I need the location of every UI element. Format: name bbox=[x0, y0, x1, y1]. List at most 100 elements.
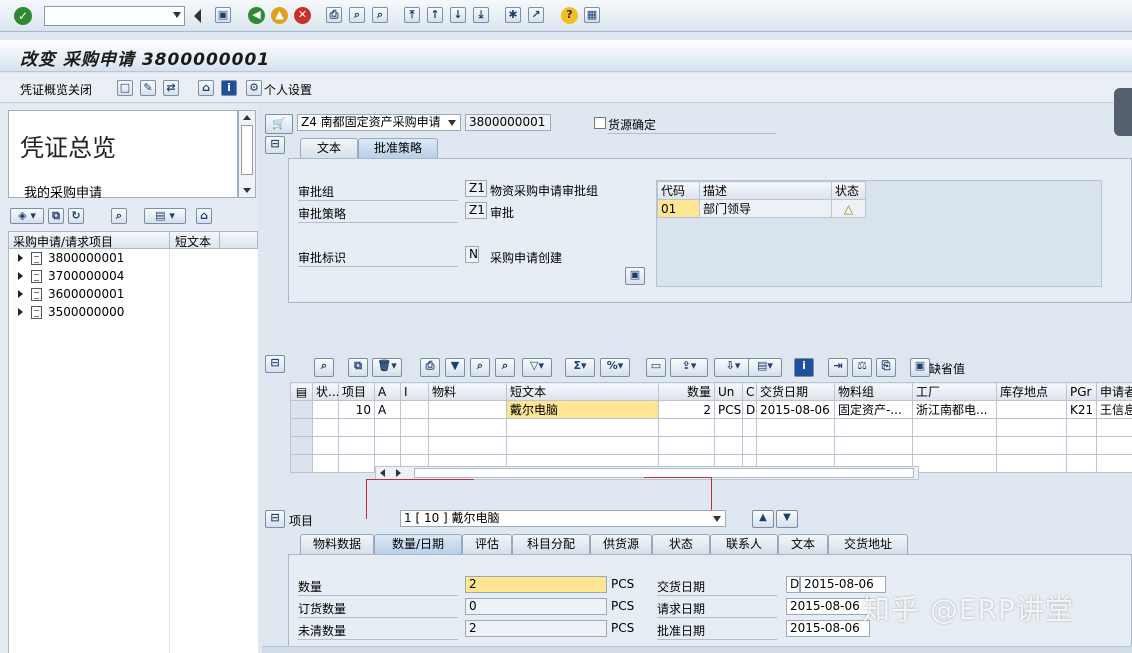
col-item[interactable]: 项目 bbox=[338, 382, 375, 401]
find-next-items-icon[interactable]: ⌕ bbox=[495, 358, 515, 377]
source-confirm-checkbox[interactable] bbox=[594, 117, 606, 129]
col-material-group[interactable]: 物料组 bbox=[834, 382, 913, 401]
right-edge-handle[interactable] bbox=[1114, 88, 1132, 136]
views-icon[interactable]: ⇩▾ bbox=[714, 358, 752, 377]
tree-item[interactable]: 3700000004 bbox=[9, 267, 124, 285]
col-i[interactable]: I bbox=[400, 382, 429, 401]
col-unit[interactable]: Un bbox=[714, 382, 743, 401]
overview-scrollbar[interactable] bbox=[238, 110, 256, 198]
col-storage[interactable]: 库存地点 bbox=[996, 382, 1067, 401]
tab-contact[interactable]: 联系人 bbox=[710, 534, 778, 554]
tree-item[interactable]: 3800000001 bbox=[9, 249, 124, 267]
col-c[interactable]: C bbox=[742, 382, 757, 401]
col-pgr[interactable]: PGr bbox=[1066, 382, 1097, 401]
tab-text[interactable]: 文本 bbox=[300, 138, 358, 158]
release-detail-icon[interactable]: ▣ bbox=[625, 267, 645, 285]
personal-settings-icon[interactable]: ⚙ bbox=[246, 80, 262, 96]
tree-item[interactable]: 3600000001 bbox=[9, 285, 124, 303]
save-icon[interactable]: ▣ bbox=[215, 7, 231, 23]
tab-status[interactable]: 状态 bbox=[652, 534, 710, 554]
back-icon[interactable]: ◀ bbox=[248, 7, 265, 24]
new-document-icon[interactable]: □ bbox=[117, 80, 133, 96]
enter-icon[interactable]: ✓ bbox=[14, 7, 32, 25]
document-type-select[interactable]: Z4 南都固定资产采购申请 bbox=[297, 114, 461, 131]
col-a[interactable]: A bbox=[374, 382, 401, 401]
table-row[interactable]: 10 A 戴尔电脑 2 PCS D 2015-08-06 固定资产-... 浙江… bbox=[290, 400, 1132, 419]
col-plant[interactable]: 工厂 bbox=[912, 382, 997, 401]
details-icon[interactable]: ⌕ bbox=[314, 358, 334, 377]
table-row[interactable]: 01 部门领导 △ bbox=[657, 199, 866, 218]
col-delivery-date[interactable]: 交货日期 bbox=[756, 382, 835, 401]
col-status[interactable]: 状... bbox=[312, 382, 339, 401]
release-col-desc[interactable]: 描述 bbox=[699, 181, 832, 200]
new-session-icon[interactable]: ✱ bbox=[505, 7, 521, 23]
request-date-input[interactable]: 2015-08-06 bbox=[786, 598, 870, 615]
tree-header-col1[interactable]: 采购申请/请求项目 bbox=[13, 233, 113, 250]
copy-row-icon[interactable]: ⧉ bbox=[348, 358, 368, 377]
command-field[interactable] bbox=[44, 6, 185, 26]
filter-icon[interactable]: ▼ bbox=[445, 358, 465, 377]
refresh-icon[interactable]: ↻ bbox=[68, 208, 84, 224]
tree-layout-icon[interactable]: ▤ ▾ bbox=[144, 208, 186, 224]
approval-group-code[interactable]: Z1 bbox=[465, 180, 487, 197]
overview-subtitle[interactable]: 我的采购申请 bbox=[24, 182, 102, 201]
print-icon[interactable]: ⎙ bbox=[326, 7, 342, 23]
shortcut-icon[interactable]: ↗ bbox=[528, 7, 544, 23]
tab-valuation[interactable]: 评估 bbox=[462, 534, 512, 554]
quantity-input[interactable]: 2 bbox=[465, 576, 607, 593]
order-quantity-field[interactable]: 0 bbox=[465, 598, 607, 615]
item-select[interactable]: 1 [ 10 ] 戴尔电脑 bbox=[400, 510, 726, 527]
tab-account-assignment[interactable]: 科目分配 bbox=[512, 534, 590, 554]
item-info-icon[interactable]: i bbox=[794, 358, 814, 377]
find-next-icon[interactable]: ⌕ bbox=[372, 7, 388, 23]
default-values-button[interactable]: 缺省值 bbox=[929, 360, 977, 379]
tab-item-text[interactable]: 文本 bbox=[778, 534, 828, 554]
bottom-hscrollbar[interactable] bbox=[262, 646, 1132, 653]
add-item-icon[interactable]: ⇥ bbox=[828, 358, 848, 377]
close-overview-button[interactable]: 凭证概览关闭 bbox=[20, 81, 92, 98]
personal-settings-button[interactable]: 个人设置 bbox=[264, 81, 312, 98]
help-icon[interactable]: ? bbox=[561, 7, 578, 24]
open-quantity-field[interactable]: 2 bbox=[465, 620, 607, 637]
col-requisitioner[interactable]: 申请者 bbox=[1096, 382, 1132, 401]
tab-material-data[interactable]: 物料数据 bbox=[300, 534, 374, 554]
next-page-icon[interactable]: ↓ bbox=[450, 7, 466, 23]
delete-row-icon[interactable]: 🗑▾ bbox=[372, 358, 402, 377]
previous-item-icon[interactable]: ▲ bbox=[752, 510, 774, 528]
col-material[interactable]: 物料 bbox=[428, 382, 507, 401]
release-col-status[interactable]: 状态 bbox=[831, 181, 866, 200]
document-number-field[interactable]: 3800000001 bbox=[465, 114, 551, 131]
previous-page-icon[interactable]: ↑ bbox=[427, 7, 443, 23]
layout-menu-icon[interactable]: ▦ bbox=[584, 7, 600, 23]
last-page-icon[interactable]: ⤓ bbox=[473, 7, 489, 23]
col-qty[interactable]: 数量 bbox=[658, 382, 715, 401]
tab-quantity-date[interactable]: 数量/日期 bbox=[374, 534, 462, 554]
copy-icon[interactable]: ⧉ bbox=[48, 208, 64, 224]
tree-item[interactable]: 3500000000 bbox=[9, 303, 124, 321]
collapse-item-detail-icon[interactable]: ⊟ bbox=[265, 510, 285, 528]
edit-icon[interactable]: ✎ bbox=[140, 80, 156, 96]
tree-header-col2[interactable]: 短文本 bbox=[175, 233, 211, 250]
info-icon[interactable]: i bbox=[221, 80, 237, 96]
cancel-icon[interactable]: ✕ bbox=[294, 7, 311, 24]
find-icon[interactable]: ⌕ bbox=[349, 7, 365, 23]
hierarchy-icon[interactable]: ⌂ bbox=[198, 80, 214, 96]
other-document-icon[interactable]: ⇄ bbox=[163, 80, 179, 96]
table-row[interactable] bbox=[290, 436, 1132, 455]
default-values-icon[interactable]: ▣ bbox=[910, 358, 930, 377]
delivery-date-category[interactable]: D bbox=[786, 576, 800, 593]
approval-indicator-code[interactable]: N bbox=[465, 246, 479, 263]
export-icon[interactable]: ⇪▾ bbox=[670, 358, 708, 377]
approval-strategy-code[interactable]: Z1 bbox=[465, 202, 487, 219]
next-item-icon[interactable]: ▼ bbox=[776, 510, 798, 528]
collapse-header-icon[interactable]: ⊟ bbox=[265, 136, 285, 154]
tree-hierarchy-icon[interactable]: ⌂ bbox=[196, 208, 212, 224]
table-row[interactable] bbox=[290, 418, 1132, 437]
col-short-text[interactable]: 短文本 bbox=[506, 382, 659, 401]
print-preview-icon[interactable]: ▭ bbox=[646, 358, 666, 377]
release-date-input[interactable]: 2015-08-06 bbox=[786, 620, 870, 637]
collapse-items-icon[interactable]: ⊟ bbox=[265, 355, 285, 373]
print-items-icon[interactable]: ⎙ bbox=[420, 358, 440, 377]
select-layout-icon[interactable]: ◈ ▾ bbox=[10, 208, 44, 224]
layout-icon[interactable]: ▤▾ bbox=[748, 358, 782, 377]
